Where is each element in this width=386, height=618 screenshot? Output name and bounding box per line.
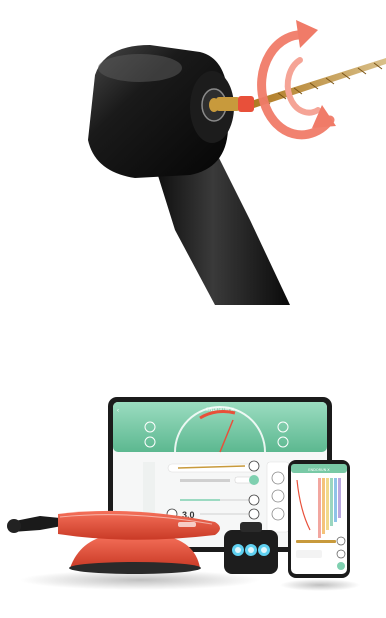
scene-svg: ENDORUN X ‹ 3.0 ENDORUN X <box>7 20 386 591</box>
rotation-arrow-icon <box>257 20 336 140</box>
phone-device: ENDORUN X <box>288 460 350 578</box>
back-arrow-icon[interactable]: ‹ <box>117 408 119 414</box>
endo-file <box>216 58 386 112</box>
product-illustration: ENDORUN X ‹ 3.0 ENDORUN X <box>0 0 386 618</box>
plus-icon[interactable] <box>248 460 260 472</box>
phone-title: ENDORUN X <box>308 468 330 472</box>
handpiece-closeup <box>88 20 386 305</box>
